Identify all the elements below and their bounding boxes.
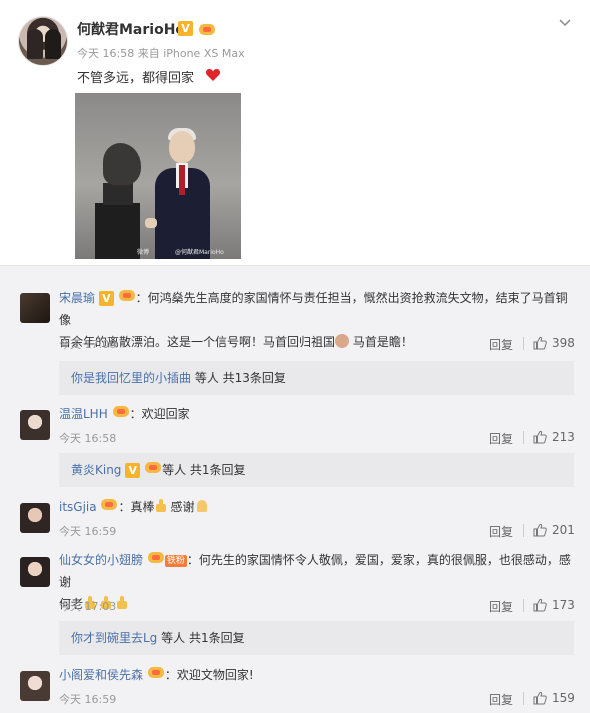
like-count: 398: [552, 336, 575, 350]
reply-button[interactable]: 回复: [489, 523, 513, 540]
commenter-avatar[interactable]: [20, 293, 50, 323]
vip-crown-icon: [147, 664, 165, 679]
vip-crown-icon: [118, 287, 136, 302]
vip-crown-icon: [198, 21, 216, 36]
fan-badge: 铁粉: [164, 555, 187, 567]
commenter-name[interactable]: 仙女女的小翅膀: [59, 553, 143, 567]
reply-button[interactable]: 回复: [489, 691, 513, 708]
post-meta: 今天 16:58 来自 iPhone XS Max: [77, 47, 245, 60]
commenter-name[interactable]: 温温LHH: [59, 407, 108, 421]
divider: [523, 524, 524, 537]
vip-crown-icon: [112, 403, 130, 418]
reply-button[interactable]: 回复: [489, 430, 513, 447]
comment-text: 小阁爱和侯先森 ：欢迎文物回家!: [59, 664, 254, 686]
commenter-avatar[interactable]: [20, 503, 50, 533]
thumbs-up-icon[interactable]: [532, 335, 548, 351]
comment-time: 今天 16:58: [59, 432, 117, 445]
commenter-avatar[interactable]: [20, 410, 50, 440]
author-avatar[interactable]: [18, 16, 68, 66]
pray-emoji-icon: [194, 499, 210, 513]
author-name[interactable]: 何猷君MarioHo: [77, 19, 185, 39]
verified-v-icon: V: [125, 463, 141, 478]
comment-text: 温温LHH ：欢迎回家: [59, 403, 190, 425]
commenter-name[interactable]: itsGjia: [59, 500, 97, 514]
comment-time: 今天 16:59: [59, 525, 117, 538]
comment-time: 今天 16:59: [59, 693, 117, 706]
image-watermark: @何猷君MarioHo: [175, 249, 224, 256]
thumbs-up-icon[interactable]: [532, 597, 548, 613]
sub-reply-name[interactable]: 你是我回忆里的小插曲: [71, 371, 191, 385]
vip-crown-icon: [144, 459, 162, 474]
face-emoji-icon: [335, 334, 350, 348]
verified-v-icon: V: [178, 21, 193, 36]
post-text: 不管多远，都得回家: [77, 71, 195, 86]
divider: [523, 431, 524, 444]
like-count: 159: [552, 691, 575, 705]
vip-crown-icon: [100, 496, 118, 511]
sub-reply-box[interactable]: 你才到碗里去Lg 等人 共1条回复: [59, 621, 574, 655]
post-image[interactable]: 微博 @何猷君MarioHo: [75, 93, 241, 259]
thumbs-up-emoji-icon: [154, 499, 170, 513]
like-count: 201: [552, 523, 575, 537]
commenter-avatar[interactable]: [20, 557, 50, 587]
thumbs-up-icon[interactable]: [532, 522, 548, 538]
sub-reply-name[interactable]: 你才到碗里去Lg: [71, 631, 157, 645]
chevron-down-icon[interactable]: [558, 14, 572, 28]
comment-time: 今天 17:00: [59, 338, 117, 351]
like-count: 213: [552, 430, 575, 444]
divider: [523, 337, 524, 350]
commenter-name[interactable]: 宋晨瑜: [59, 291, 95, 305]
sub-reply-name[interactable]: 黄炎King: [71, 463, 121, 477]
divider: [523, 692, 524, 705]
divider: [523, 599, 524, 612]
thumbs-up-icon[interactable]: [532, 690, 548, 706]
commenter-name[interactable]: 小阁爱和侯先森: [59, 668, 143, 682]
weibo-post: 何猷君MarioHo V 今天 16:58 来自 iPhone XS Max 不…: [0, 0, 590, 265]
verified-v-icon: V: [98, 291, 114, 306]
thumbs-up-icon[interactable]: [532, 429, 548, 445]
comment-list: 宋晨瑜 V ：何鸿燊先生高度的家国情怀与责任担当，慨然出资抢救流失文物，结束了马…: [0, 265, 590, 713]
comment-text: itsGjia ：真棒 感谢: [59, 496, 210, 518]
image-watermark: 微博: [137, 249, 150, 256]
sub-reply-box[interactable]: 黄炎King V 等人 共1条回复: [59, 453, 574, 487]
reply-button[interactable]: 回复: [489, 336, 513, 353]
vip-crown-icon: [147, 549, 165, 564]
comment-time: 今天 17:03: [59, 600, 117, 613]
commenter-avatar[interactable]: [20, 671, 50, 701]
like-count: 173: [552, 598, 575, 612]
thumbs-up-emoji-icon: [115, 596, 131, 610]
heart-icon: [205, 67, 221, 83]
reply-button[interactable]: 回复: [489, 598, 513, 615]
sub-reply-box[interactable]: 你是我回忆里的小插曲 等人 共13条回复: [59, 361, 574, 395]
